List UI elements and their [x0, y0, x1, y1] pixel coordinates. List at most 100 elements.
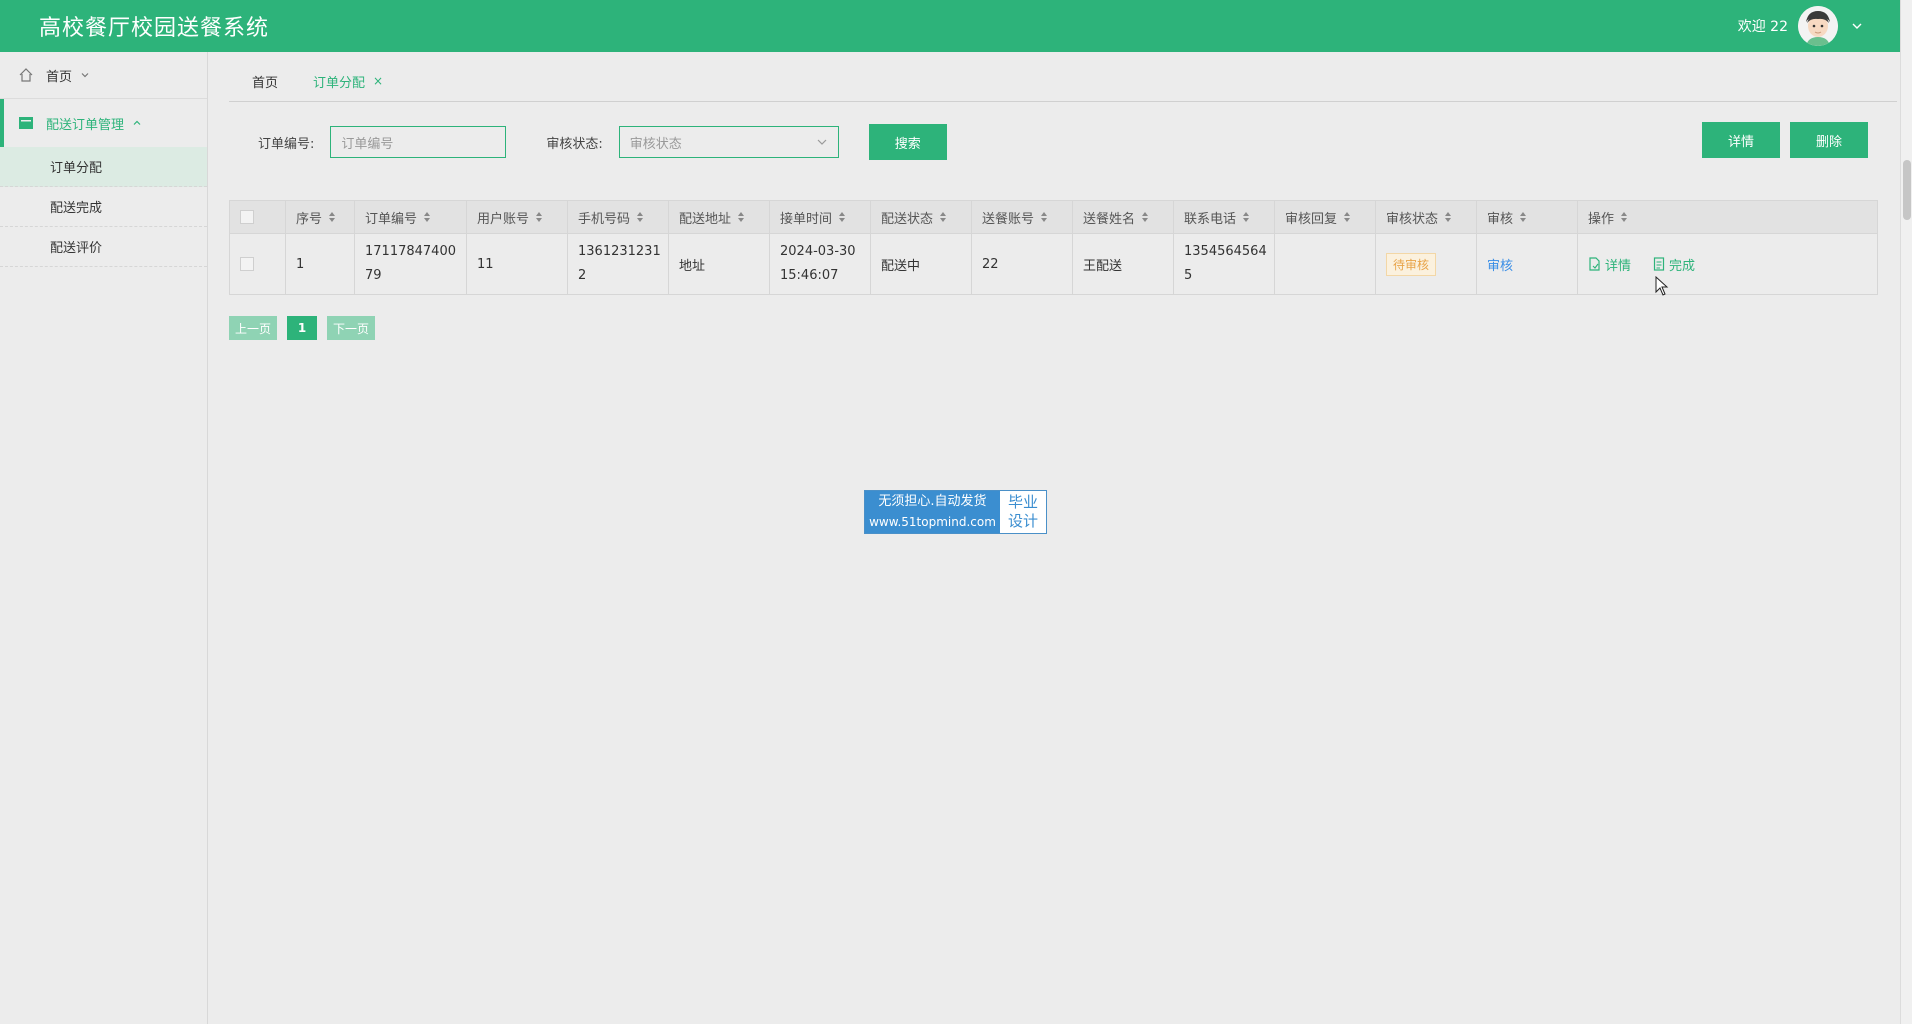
th-review[interactable]: 审核 — [1477, 201, 1578, 233]
chevron-down-icon — [81, 73, 89, 78]
app-title: 高校餐厅校园送餐系统 — [39, 16, 270, 41]
watermark-url: www.51topmind.com — [869, 515, 996, 529]
cell-time: 2024-03-30 15:46:07 — [770, 234, 871, 294]
cell-order-no: 17117847400 79 — [355, 234, 467, 294]
select-all-checkbox[interactable] — [240, 210, 254, 224]
th-user[interactable]: 用户账号 — [467, 201, 568, 233]
cell-text: 79 — [365, 268, 382, 283]
sort-icon[interactable] — [535, 211, 543, 223]
sort-icon[interactable] — [1620, 211, 1628, 223]
sidebar-group-delivery-orders[interactable]: 配送订单管理 — [0, 99, 207, 147]
th-address[interactable]: 配送地址 — [669, 201, 770, 233]
th-label: 用户账号 — [477, 211, 530, 227]
close-icon[interactable]: × — [373, 74, 383, 88]
sort-icon[interactable] — [1343, 211, 1351, 223]
cell-text: 5 — [1184, 268, 1193, 283]
delete-button[interactable]: 删除 — [1790, 122, 1868, 158]
user-menu[interactable]: 欢迎 22 — [1738, 0, 1864, 52]
sidebar-item-label: 配送评价 — [50, 241, 103, 256]
sidebar-item-order-assign[interactable]: 订单分配 — [0, 147, 207, 187]
th-courier-account[interactable]: 送餐账号 — [972, 201, 1073, 233]
cell-text: 1354564564 — [1184, 244, 1267, 259]
th-time[interactable]: 接单时间 — [770, 201, 871, 233]
cell-index: 1 — [286, 234, 355, 294]
tab-home[interactable]: 首页 — [229, 61, 301, 101]
cell-courier-account: 22 — [972, 234, 1073, 294]
th-phone[interactable]: 手机号码 — [568, 201, 669, 233]
next-page-button[interactable]: 下一页 — [327, 316, 375, 340]
th-label: 订单编号 — [365, 211, 418, 227]
order-no-input[interactable]: 订单编号 — [330, 126, 507, 158]
sort-icon[interactable] — [1141, 211, 1149, 223]
sort-icon[interactable] — [1040, 211, 1048, 223]
table-row: 1 17117847400 79 11 1361231231 2 地址 2024… — [230, 234, 1877, 294]
op-label: 完成 — [1669, 258, 1696, 274]
review-link[interactable]: 审核 — [1487, 255, 1513, 274]
table-header: 序号 订单编号 用户账号 手机号码 配送地址 接单时间 配送状态 送餐账号 送餐… — [230, 201, 1877, 234]
cell-address: 地址 — [669, 234, 770, 294]
chevron-down-icon[interactable] — [1850, 19, 1864, 33]
th-delivery-status[interactable]: 配送状态 — [871, 201, 972, 233]
cell-contact: 1354564564 5 — [1174, 234, 1275, 294]
sort-icon[interactable] — [1519, 211, 1527, 223]
page-1-button[interactable]: 1 — [287, 316, 317, 340]
sort-icon[interactable] — [1444, 211, 1452, 223]
cell-courier-name: 王配送 — [1073, 234, 1174, 294]
row-checkbox-cell — [230, 234, 286, 294]
table-icon — [19, 117, 33, 129]
watermark-badge: 无须担心.自动发货 www.51topmind.com 毕业 设计 — [864, 490, 1047, 534]
mouse-cursor-icon — [1655, 276, 1669, 296]
sort-icon[interactable] — [737, 211, 745, 223]
th-review-status[interactable]: 审核状态 — [1376, 201, 1477, 233]
avatar[interactable] — [1798, 6, 1838, 46]
cell-review-reply — [1275, 234, 1376, 294]
scrollbar-thumb[interactable] — [1903, 160, 1911, 220]
row-detail-button[interactable]: 详情 — [1588, 255, 1631, 274]
cell-review-status: 待审核 — [1376, 234, 1477, 294]
document-icon — [1589, 257, 1600, 271]
sidebar-item-delivery-complete[interactable]: 配送完成 — [0, 187, 207, 227]
detail-button[interactable]: 详情 — [1702, 122, 1780, 158]
th-order-no[interactable]: 订单编号 — [355, 201, 467, 233]
scrollbar[interactable] — [1900, 0, 1912, 1024]
sort-icon[interactable] — [423, 211, 431, 223]
th-index[interactable]: 序号 — [286, 201, 355, 233]
sort-icon[interactable] — [939, 211, 947, 223]
sort-icon[interactable] — [838, 211, 846, 223]
status-select[interactable]: 审核状态 — [618, 126, 839, 158]
tab-bar: 首页 订单分配 × — [229, 52, 1897, 102]
search-button[interactable]: 搜索 — [868, 124, 947, 160]
th-contact[interactable]: 联系电话 — [1174, 201, 1275, 233]
cell-text: 17117847400 — [365, 244, 456, 259]
home-icon — [19, 68, 33, 82]
welcome-text: 欢迎 22 — [1737, 19, 1788, 35]
tab-order-assign[interactable]: 订单分配 × — [301, 61, 406, 101]
row-checkbox[interactable] — [240, 257, 254, 271]
chevron-up-icon — [133, 120, 141, 125]
th-label: 手机号码 — [578, 211, 631, 227]
watermark-text: 设计 — [1007, 512, 1038, 530]
th-label: 联系电话 — [1184, 211, 1237, 227]
note-icon — [1653, 257, 1665, 271]
status-badge: 待审核 — [1386, 252, 1437, 276]
sidebar-item-delivery-review[interactable]: 配送评价 — [0, 227, 207, 267]
th-operations[interactable]: 操作 — [1578, 201, 1877, 233]
sort-icon[interactable] — [1242, 211, 1250, 223]
cell-phone: 1361231231 2 — [568, 234, 669, 294]
chevron-down-icon — [817, 139, 827, 145]
th-label: 送餐姓名 — [1083, 211, 1136, 227]
orders-table: 序号 订单编号 用户账号 手机号码 配送地址 接单时间 配送状态 送餐账号 送餐… — [229, 200, 1878, 295]
th-label: 配送状态 — [881, 211, 934, 227]
th-label: 配送地址 — [679, 211, 732, 227]
row-complete-button[interactable]: 完成 — [1653, 255, 1695, 274]
order-no-label: 订单编号: — [258, 136, 315, 152]
sort-icon[interactable] — [328, 211, 336, 223]
sidebar-item-home[interactable]: 首页 — [0, 52, 207, 99]
sort-icon[interactable] — [636, 211, 644, 223]
tab-label: 订单分配 — [313, 75, 366, 91]
th-courier-name[interactable]: 送餐姓名 — [1073, 201, 1174, 233]
prev-page-button[interactable]: 上一页 — [229, 316, 277, 340]
th-label: 审核状态 — [1386, 211, 1439, 227]
filter-bar: 订单编号: 订单编号 审核状态: 审核状态 搜索 — [258, 124, 947, 160]
th-review-reply[interactable]: 审核回复 — [1275, 201, 1376, 233]
